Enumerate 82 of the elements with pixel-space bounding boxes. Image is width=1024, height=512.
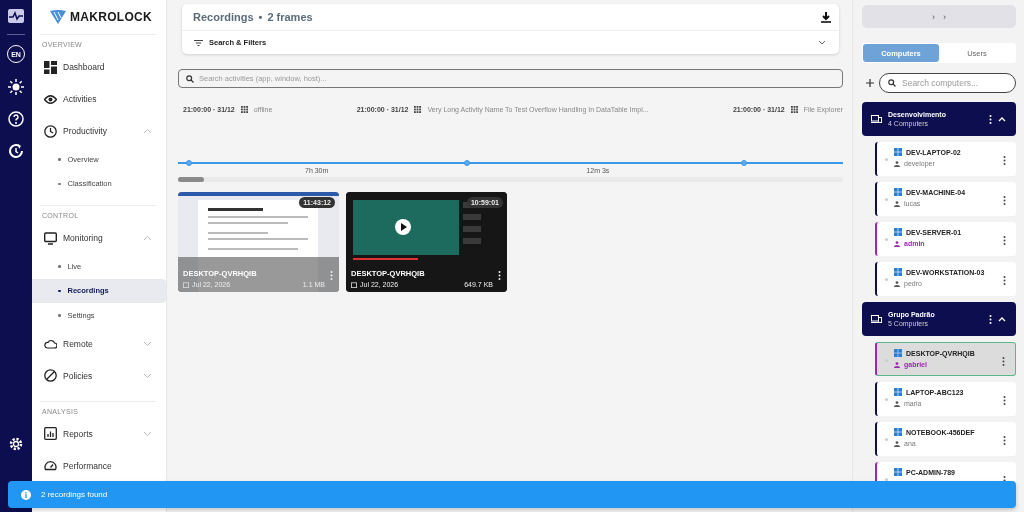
more-icon[interactable] xyxy=(989,314,992,324)
user-icon xyxy=(894,200,900,207)
timeline-node[interactable] xyxy=(463,160,470,166)
chevron-up-icon[interactable] xyxy=(998,316,1006,322)
timeline-node[interactable] xyxy=(741,160,747,166)
help-icon[interactable] xyxy=(8,111,24,127)
windows-icon xyxy=(894,428,902,436)
windows-icon xyxy=(894,268,902,276)
nav-item[interactable]: Policies xyxy=(32,359,166,392)
sun-icon[interactable] xyxy=(8,79,24,95)
windows-icon xyxy=(894,148,902,156)
user-icon xyxy=(894,361,900,368)
more-icon[interactable] xyxy=(498,271,501,280)
more-icon[interactable] xyxy=(1003,236,1006,245)
status-dot xyxy=(885,398,888,401)
monitor-icon xyxy=(44,231,57,245)
status-dot xyxy=(885,158,888,161)
search-icon xyxy=(186,74,194,83)
ban-icon xyxy=(44,369,57,382)
user-icon xyxy=(894,280,900,287)
status-dot xyxy=(885,478,888,481)
apps-grid-icon xyxy=(790,106,798,113)
page-title: Recordings xyxy=(193,11,254,23)
brand-name: MAKROLOCK xyxy=(70,10,153,24)
more-icon[interactable] xyxy=(1003,396,1006,405)
status-dot xyxy=(885,278,888,281)
settings-icon[interactable] xyxy=(8,436,24,452)
search-field[interactable]: Search computers... xyxy=(879,73,1016,93)
chevron-up-icon[interactable] xyxy=(998,116,1006,122)
breadcrumb-separator: › xyxy=(943,11,946,22)
more-icon[interactable] xyxy=(1003,196,1006,205)
breadcrumb-separator: › xyxy=(932,11,935,22)
user-icon xyxy=(894,440,900,447)
nav-item[interactable]: Monitoring xyxy=(32,222,166,254)
gauge-icon xyxy=(44,459,57,472)
nav-item[interactable]: Activities xyxy=(32,83,166,115)
chevron-down-icon xyxy=(818,40,826,45)
download-icon[interactable] xyxy=(821,11,831,23)
windows-icon xyxy=(894,468,902,476)
status-dot xyxy=(885,198,888,201)
clock-icon xyxy=(44,124,57,138)
add-icon[interactable] xyxy=(866,79,874,87)
user-icon xyxy=(894,240,900,247)
user-icon xyxy=(894,400,900,407)
more-icon[interactable] xyxy=(1002,357,1005,366)
windows-icon xyxy=(894,228,902,236)
status-dot xyxy=(885,438,888,441)
filter-icon xyxy=(194,39,203,46)
status-dot xyxy=(885,238,888,241)
windows-icon xyxy=(894,188,902,196)
search-icon xyxy=(888,79,896,87)
windows-icon xyxy=(894,349,902,357)
nav-item[interactable]: Reports xyxy=(32,417,166,450)
separator-dot: • xyxy=(258,11,263,23)
more-icon[interactable] xyxy=(1003,156,1006,165)
eye-icon xyxy=(44,92,57,106)
apps-grid-icon xyxy=(240,106,248,113)
scrollbar-thumb[interactable] xyxy=(178,177,204,182)
windows-icon xyxy=(894,388,902,396)
shield-logo-icon xyxy=(50,10,66,24)
pulse-icon[interactable] xyxy=(8,9,24,23)
calendar-icon xyxy=(183,281,189,288)
toast-message: 2 recordings found xyxy=(41,490,108,499)
info-icon xyxy=(21,489,31,500)
nav-item[interactable]: Remote xyxy=(32,327,166,360)
more-icon[interactable] xyxy=(1003,436,1006,445)
timeline-node[interactable] xyxy=(186,160,192,166)
more-icon[interactable] xyxy=(989,114,992,124)
cloud-icon xyxy=(44,337,57,350)
apps-grid-icon xyxy=(414,106,422,113)
more-icon[interactable] xyxy=(1003,276,1006,285)
calendar-icon xyxy=(351,281,357,288)
frame-count: 2 frames xyxy=(267,11,313,23)
report-icon xyxy=(44,427,57,440)
nav-item[interactable]: Dashboard xyxy=(32,51,166,83)
nav-item[interactable]: Productivity xyxy=(32,115,166,147)
devices-icon xyxy=(871,315,882,323)
nav-item[interactable]: Performance xyxy=(32,449,166,482)
user-icon xyxy=(894,160,900,167)
devices-icon xyxy=(871,115,882,123)
dash-icon xyxy=(44,60,57,74)
history-icon[interactable] xyxy=(8,143,24,159)
